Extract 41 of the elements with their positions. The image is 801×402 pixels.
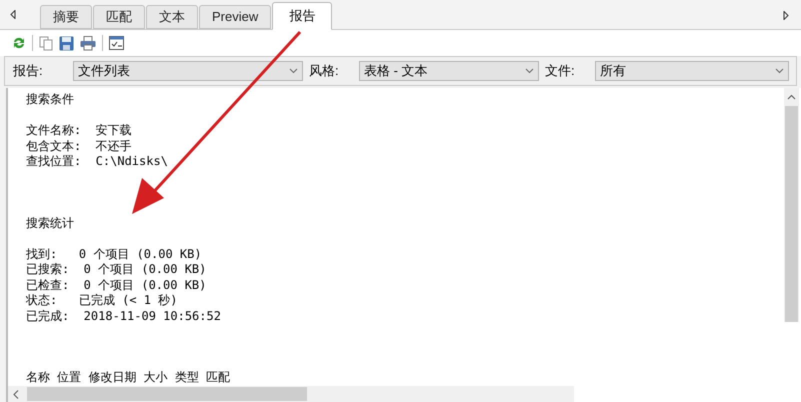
scroll-left-icon[interactable] xyxy=(13,390,19,399)
horizontal-scrollbar[interactable] xyxy=(8,386,574,402)
scroll-left-icon[interactable] xyxy=(10,10,16,19)
vertical-scrollbar[interactable] xyxy=(784,88,799,322)
section-heading: 搜索统计 xyxy=(26,216,74,231)
checklist-icon[interactable] xyxy=(109,36,124,50)
section-heading: 搜索条件 xyxy=(26,92,74,108)
print-icon[interactable] xyxy=(80,36,96,50)
scroll-up-icon[interactable] xyxy=(787,94,796,100)
filter-label: 报告: xyxy=(13,62,44,80)
section-heading: 名称 位置 修改日期 大小 类型 匹配 xyxy=(26,370,230,386)
chevron-down-icon xyxy=(525,68,534,74)
report-line: 已搜索: 0 个项目 (0.00 KB) xyxy=(26,262,206,278)
tab[interactable]: 报告 xyxy=(272,2,332,30)
dropdown-value: 文件列表 xyxy=(78,62,130,80)
refresh-icon[interactable] xyxy=(12,36,26,50)
dropdown-value: 表格 - 文本 xyxy=(364,62,428,80)
report-line: 查找位置: C:\Ndisks\ xyxy=(26,154,168,170)
dropdown[interactable]: 表格 - 文本 xyxy=(359,61,539,81)
dropdown[interactable]: 所有 xyxy=(595,61,789,81)
report-line: 文件名称: 安下载 xyxy=(26,123,132,138)
report-line: 已检查: 0 个项目 (0.00 KB) xyxy=(26,278,206,293)
copy-icon[interactable] xyxy=(39,36,53,50)
filter-label: 风格: xyxy=(308,62,340,80)
scrollbar-thumb[interactable] xyxy=(27,387,307,401)
tab[interactable]: 摘要 xyxy=(40,5,92,29)
chevron-down-icon xyxy=(775,68,784,74)
dropdown-value: 所有 xyxy=(600,62,626,80)
report-line: 包含文本: 不还手 xyxy=(26,138,132,154)
report-line: 已完成: 2018-11-09 10:56:52 xyxy=(26,308,221,324)
save-icon[interactable] xyxy=(59,36,74,50)
scroll-right-icon[interactable] xyxy=(783,11,789,20)
tab[interactable]: Preview xyxy=(199,5,272,29)
tab[interactable]: 匹配 xyxy=(93,5,145,29)
report-line: 找到: 0 个项目 (0.00 KB) xyxy=(26,246,202,262)
report-line: 状态: 已完成 (< 1 秒) xyxy=(26,293,178,308)
scrollbar-thumb[interactable] xyxy=(785,106,798,322)
dropdown[interactable]: 文件列表 xyxy=(73,61,303,81)
tab[interactable]: 文本 xyxy=(146,5,198,29)
filter-label: 文件: xyxy=(544,62,576,80)
chevron-down-icon xyxy=(289,68,298,74)
